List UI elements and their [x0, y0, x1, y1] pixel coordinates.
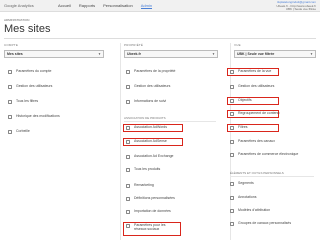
- adsense-icon: [126, 140, 130, 144]
- property-column-label: PROPRIÉTÉ: [124, 43, 144, 47]
- all-filters-item[interactable]: Tous les filtres: [8, 99, 38, 104]
- attribution-models-item[interactable]: Modèles d'attribution: [230, 208, 270, 213]
- property-user-management-item[interactable]: Gestion des utilisateurs: [126, 84, 170, 89]
- grouping-icon: [230, 112, 234, 116]
- ecommerce-settings-item[interactable]: Paramètres de commerce électronique: [230, 152, 310, 157]
- import-icon: [126, 210, 130, 214]
- top-bar: Google Analytics Accueil Rapports Person…: [0, 0, 320, 12]
- products-icon: [126, 168, 130, 172]
- attribution-icon: [230, 209, 234, 213]
- google-analytics-logo[interactable]: Google Analytics: [4, 3, 34, 8]
- tab-accueil[interactable]: Accueil: [58, 3, 71, 9]
- account-selector[interactable]: Mes sites ▼: [4, 50, 104, 58]
- users-icon: [8, 85, 12, 89]
- account-user-management-item[interactable]: Gestion des utilisateurs: [8, 84, 52, 89]
- main-nav: Accueil Rapports Personnalisation Admin: [58, 3, 153, 9]
- view-selector-value: UBK | Seule vue filtrée: [237, 52, 275, 56]
- personal-tools-heading: ÉLÉMENTS ET OUTILS PERSONNELS: [230, 171, 284, 175]
- ad-exchange-linking-item[interactable]: Association Ad Exchange: [126, 154, 174, 159]
- ad-exchange-icon: [126, 155, 130, 159]
- segments-icon: [230, 182, 234, 186]
- chevron-down-icon: ▼: [212, 52, 215, 56]
- filter-icon: [8, 100, 12, 104]
- all-products-item[interactable]: Tous les produits: [126, 167, 160, 172]
- adsense-linking-item[interactable]: Association AdSense: [123, 138, 183, 146]
- property-settings-item[interactable]: Paramètres de la propriété: [126, 69, 175, 74]
- adwords-icon: [126, 126, 130, 130]
- goals-item[interactable]: Objectifs: [227, 97, 279, 105]
- account-info[interactable]: ilsplatelonginduit@gmail.com Ubeek.fr - …: [276, 0, 316, 12]
- adwords-linking-item[interactable]: Association AdWords: [123, 124, 183, 132]
- admin-label: ADMINISTRATION: [4, 18, 30, 22]
- custom-definitions-item[interactable]: Définitions personnalisées: [126, 196, 175, 201]
- account-selector-value: Mes sites: [7, 52, 23, 56]
- definitions-icon: [126, 197, 130, 201]
- account-settings-item[interactable]: Paramètres du compte: [8, 69, 51, 74]
- custom-channel-groups-item[interactable]: Groupes de canaux personnalisés: [230, 221, 310, 226]
- account-column-label: COMPTE: [4, 43, 19, 47]
- trash-icon: [8, 130, 12, 134]
- remarketing-item[interactable]: Remarketing: [126, 183, 154, 188]
- product-linking-heading: ASSOCIATION DE PRODUITS: [124, 116, 166, 120]
- view-user-management-item[interactable]: Gestion des utilisateurs: [230, 84, 274, 89]
- users-icon: [230, 85, 234, 89]
- page-title: Mes sites: [4, 23, 51, 35]
- property-selector-value: Ubeek.fr: [127, 52, 142, 56]
- channel-settings-item[interactable]: Paramètres des canaux: [230, 139, 275, 144]
- chevron-down-icon: ▼: [310, 52, 313, 56]
- account-view: UBK | Seule vue filtrée: [285, 7, 316, 12]
- settings-icon: [230, 70, 234, 74]
- content-grouping-item[interactable]: Regroupement de contenu: [227, 110, 279, 118]
- view-settings-item[interactable]: Paramètres de la vue: [227, 68, 279, 76]
- tracking-info-item[interactable]: Informations de suivi: [126, 99, 166, 104]
- channel-groups-icon: [230, 222, 234, 226]
- settings-icon: [126, 70, 130, 74]
- trash-item[interactable]: Corbeille: [8, 129, 30, 134]
- segments-item[interactable]: Segments: [230, 181, 254, 186]
- product-linking-divider: [124, 121, 216, 122]
- annotation-icon: [230, 196, 234, 200]
- remarketing-icon: [126, 184, 130, 188]
- data-import-item[interactable]: Importation de données: [126, 209, 171, 214]
- title-divider: [4, 38, 316, 39]
- property-selector[interactable]: Ubeek.fr ▼: [124, 50, 218, 58]
- users-icon: [126, 85, 130, 89]
- code-icon: [126, 100, 130, 104]
- view-selector[interactable]: UBK | Seule vue filtrée ▼: [234, 50, 316, 58]
- annotations-item[interactable]: Annotations: [230, 195, 257, 200]
- tab-admin[interactable]: Admin: [140, 3, 153, 9]
- filters-item[interactable]: Filtres: [227, 124, 279, 132]
- channel-icon: [230, 140, 234, 144]
- tab-personnalisation[interactable]: Personnalisation: [103, 3, 133, 9]
- personal-tools-divider: [230, 176, 314, 177]
- history-icon: [8, 115, 12, 119]
- tab-rapports[interactable]: Rapports: [79, 3, 95, 9]
- cart-icon: [230, 153, 234, 157]
- chevron-down-icon: ▼: [98, 52, 101, 56]
- flag-icon: [230, 99, 234, 103]
- social-settings-item[interactable]: Paramètres pour les réseaux sociaux: [123, 222, 181, 236]
- change-history-item[interactable]: Historique des modifications: [8, 114, 60, 119]
- view-column-label: VUE: [234, 43, 241, 47]
- social-icon: [126, 224, 130, 228]
- settings-icon: [8, 70, 12, 74]
- filter-icon: [230, 126, 234, 130]
